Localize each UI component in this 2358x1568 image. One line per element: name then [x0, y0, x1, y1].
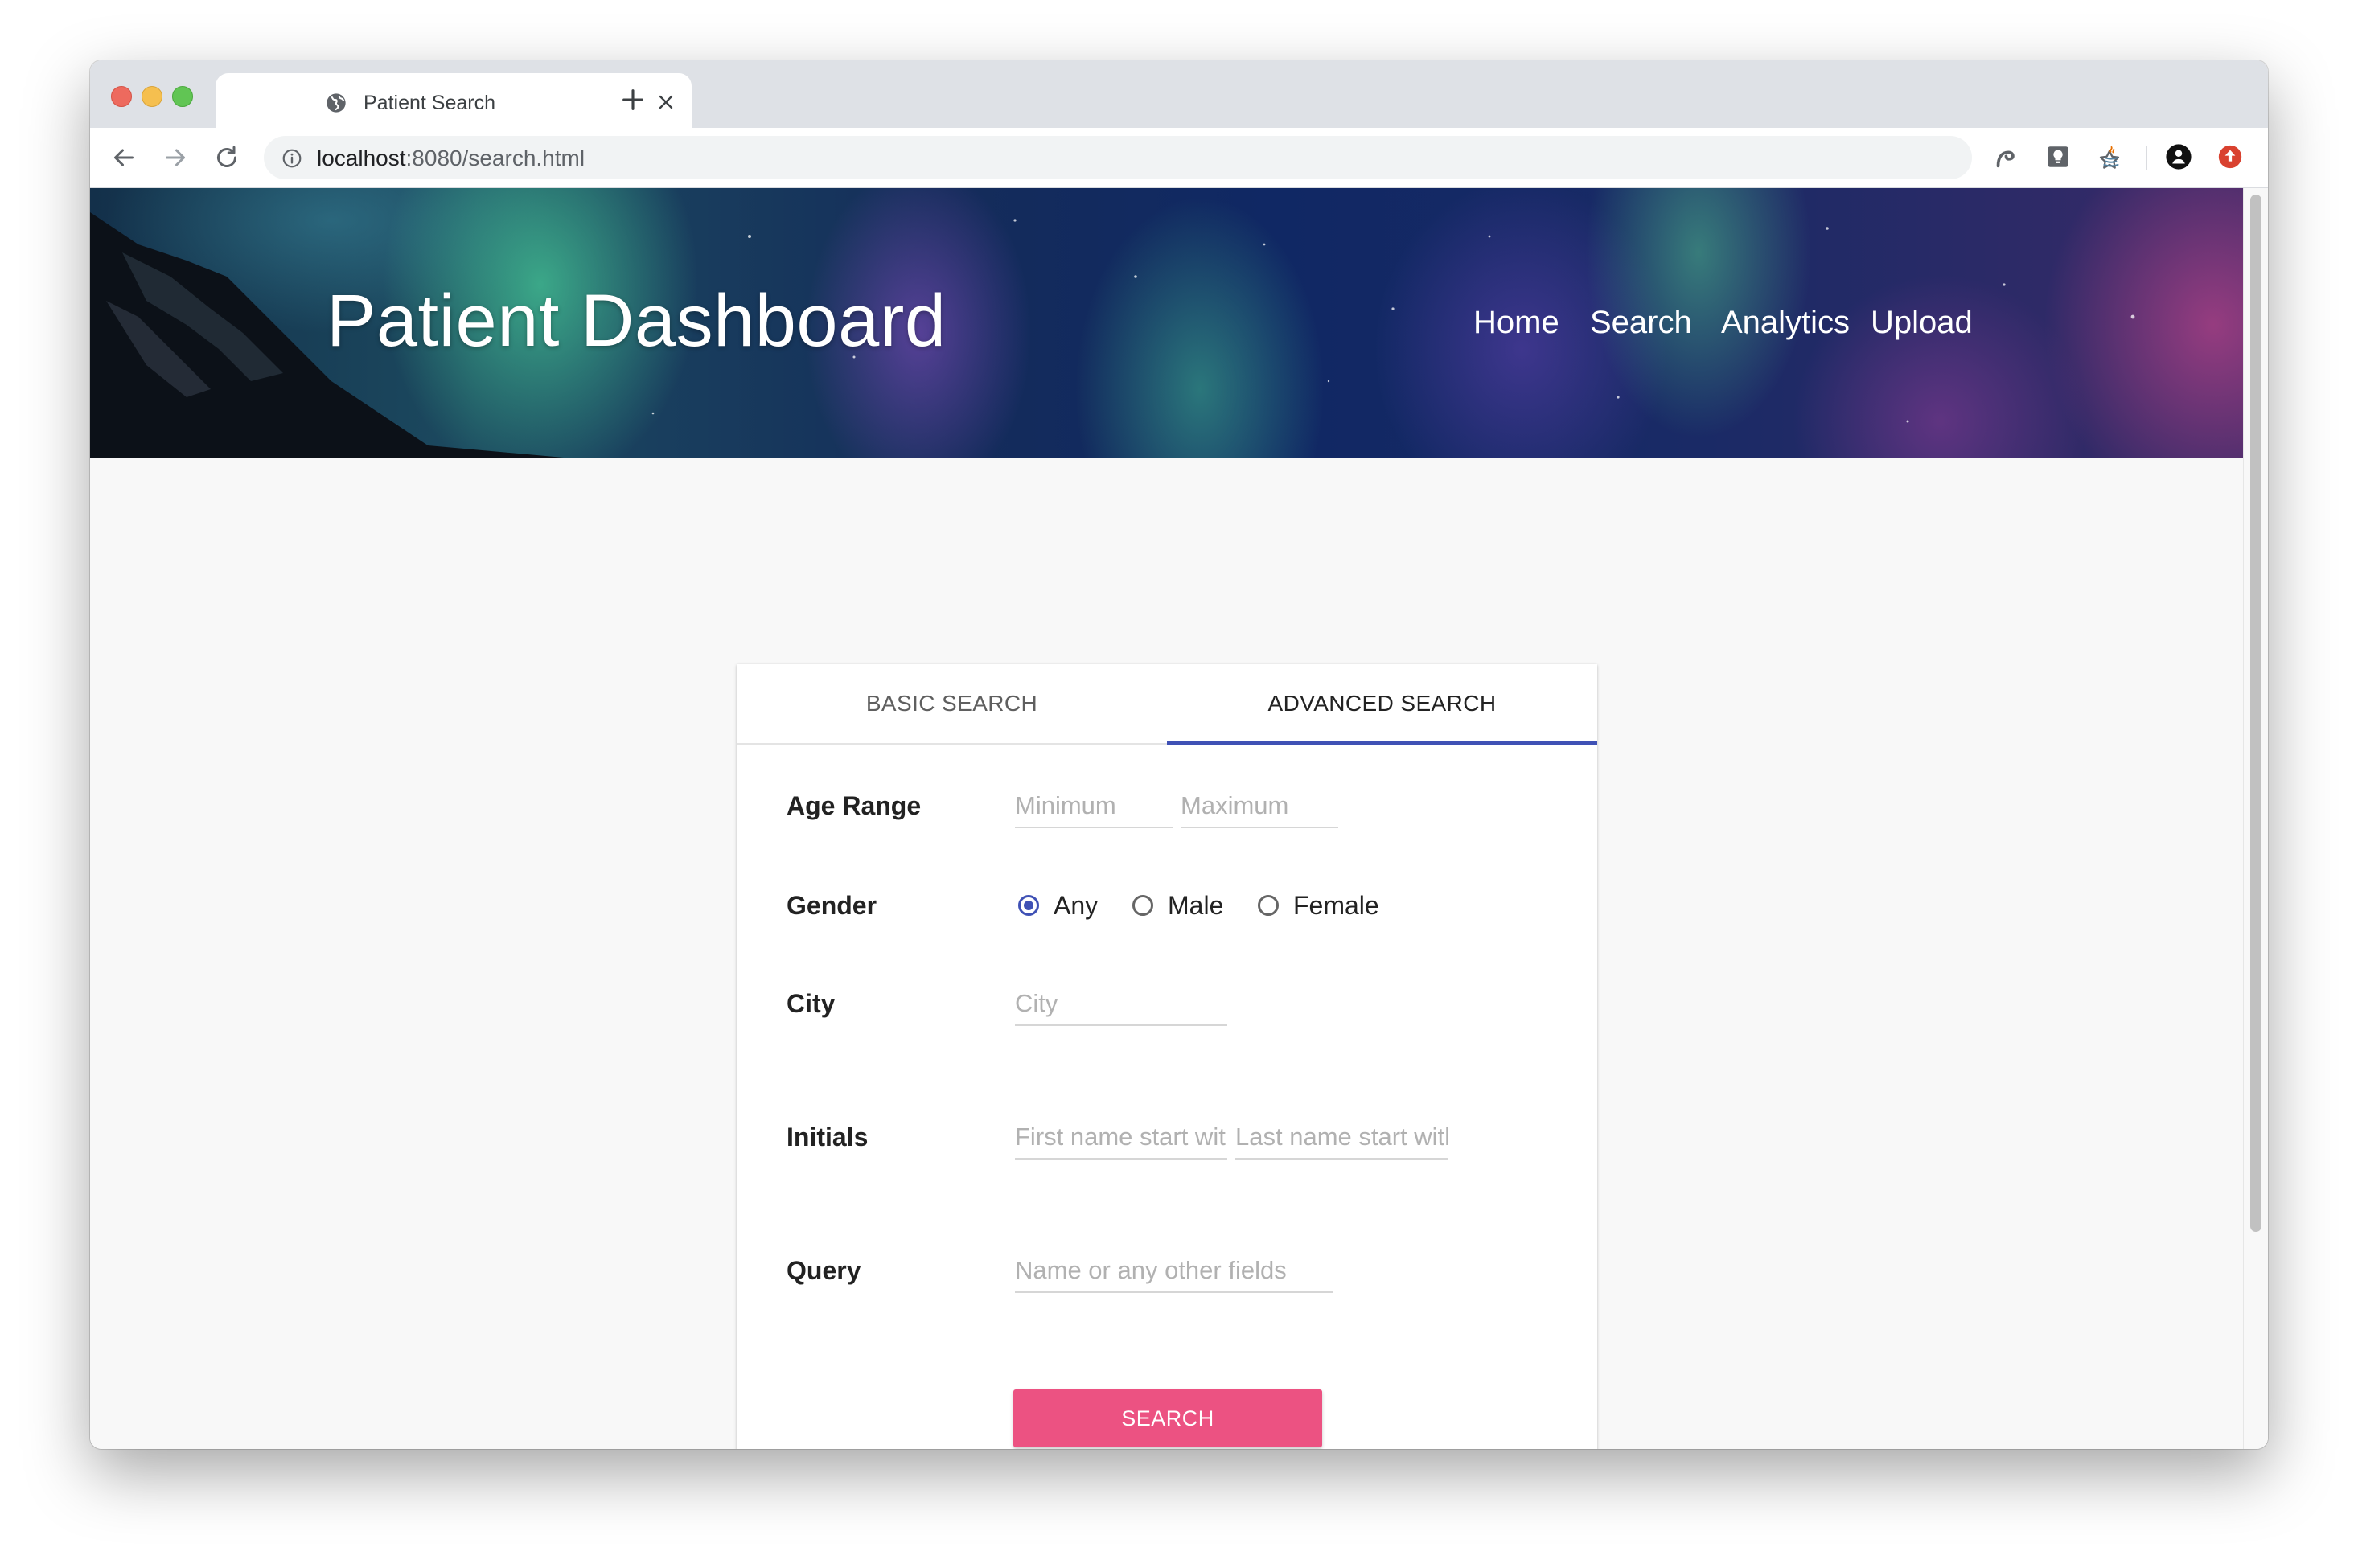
close-window-button[interactable] [111, 86, 132, 107]
close-icon[interactable] [655, 91, 677, 113]
tab-basic-search[interactable]: BASIC SEARCH [737, 664, 1167, 743]
city-label: City [787, 989, 836, 1018]
scrollbar[interactable] [2243, 188, 2268, 1449]
maximize-window-button[interactable] [172, 86, 193, 107]
extension-java-icon[interactable] [2097, 143, 2125, 170]
age-max-input[interactable] [1181, 785, 1338, 828]
tab-advanced-search[interactable]: ADVANCED SEARCH [1167, 664, 1597, 743]
query-input[interactable] [1015, 1250, 1333, 1293]
arrow-left-icon[interactable] [109, 143, 138, 172]
nav-link-home[interactable]: Home [1473, 302, 1559, 343]
nav-link-upload[interactable]: Upload [1871, 302, 1973, 343]
gender-male-radio[interactable] [1132, 895, 1153, 916]
active-tab-indicator [1167, 741, 1597, 745]
header-banner: Patient Dashboard Home Search Analytics … [90, 188, 2244, 458]
reload-icon[interactable] [212, 143, 241, 172]
age-range-label: Age Range [787, 791, 922, 820]
age-min-input[interactable] [1015, 785, 1173, 828]
page-title: Patient Dashboard [327, 280, 947, 362]
nav-link-search[interactable]: Search [1590, 302, 1692, 343]
address-bar[interactable]: localhost:8080/search.html [264, 136, 2120, 179]
extension-upload-icon[interactable] [2216, 143, 2244, 170]
minimize-window-button[interactable] [142, 86, 162, 107]
gender-male-label[interactable]: Male [1168, 889, 1223, 922]
gender-female-radio[interactable] [1258, 895, 1279, 916]
plus-icon[interactable] [619, 86, 647, 113]
last-initial-input[interactable] [1235, 1116, 1448, 1160]
city-input[interactable] [1015, 983, 1227, 1026]
scrollbar-thumb[interactable] [2250, 195, 2261, 1232]
toolbar-divider [2146, 146, 2147, 170]
search-tabs: BASIC SEARCH ADVANCED SEARCH [737, 664, 1597, 745]
url-text: localhost:8080/search.html [317, 146, 585, 171]
extension-swirl-icon[interactable] [1991, 143, 2019, 170]
gender-any-label[interactable]: Any [1054, 889, 1098, 922]
url-path: :8080/search.html [405, 146, 585, 170]
gender-label: Gender [787, 891, 877, 920]
first-initial-input[interactable] [1015, 1116, 1227, 1160]
page-viewport: Patient Dashboard Home Search Analytics … [90, 188, 2268, 1449]
query-label: Query [787, 1256, 861, 1285]
initials-label: Initials [787, 1123, 869, 1151]
nav-link-analytics[interactable]: Analytics [1721, 302, 1850, 343]
gender-female-label[interactable]: Female [1293, 889, 1379, 922]
browser-toolbar: localhost:8080/search.html [90, 128, 2268, 188]
globe-icon [325, 92, 347, 114]
gender-any-radio[interactable] [1018, 895, 1039, 916]
tab-title: Patient Search [364, 92, 495, 114]
avatar-icon[interactable] [2165, 143, 2192, 170]
extension-lightbulb-icon[interactable] [2044, 143, 2072, 170]
tab-strip: Patient Search [90, 60, 2268, 128]
browser-window: Patient Search localhost:8080/search.htm… [90, 60, 2268, 1449]
search-button[interactable]: SEARCH [1013, 1389, 1322, 1447]
info-icon[interactable] [281, 148, 302, 169]
search-card: BASIC SEARCH ADVANCED SEARCH Age Range G… [737, 664, 1597, 1449]
arrow-right-icon[interactable] [161, 143, 190, 172]
url-host: localhost [317, 146, 406, 170]
